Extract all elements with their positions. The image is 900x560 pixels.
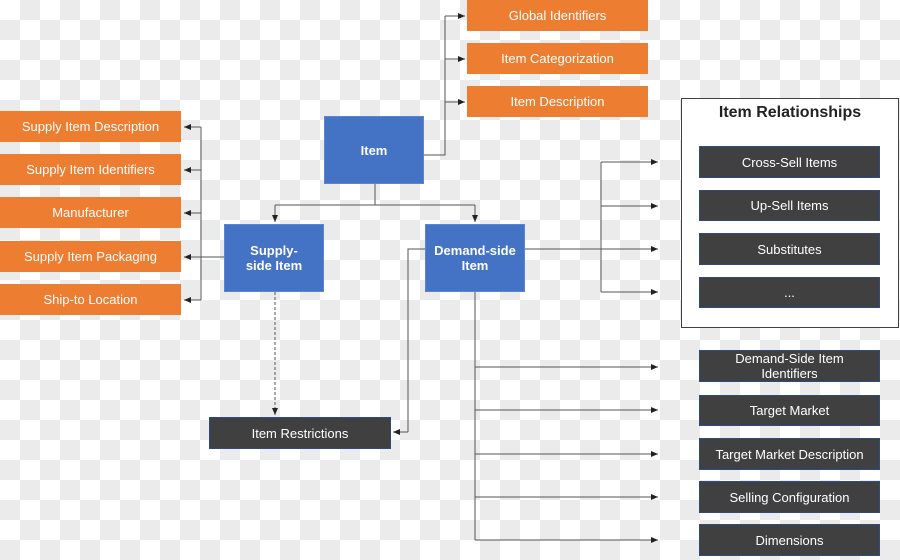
substitutes-box: Substitutes [699, 233, 880, 265]
supply-item-packaging-box: Supply Item Packaging [0, 241, 181, 272]
target-market-box: Target Market [699, 395, 880, 426]
item-description-box: Item Description [467, 86, 648, 117]
global-identifiers-box: Global Identifiers [467, 0, 648, 31]
demand-side-item-box: Demand-side Item [425, 224, 525, 292]
demand-side-item-identifiers-box: Demand-Side Item Identifiers [699, 350, 880, 382]
supply-item-identifiers-box: Supply Item Identifiers [0, 154, 181, 185]
more-relationships-box: ... [699, 277, 880, 308]
ship-to-location-box: Ship-to Location [0, 284, 181, 315]
item-restrictions-box: Item Restrictions [209, 417, 391, 449]
selling-configuration-box: Selling Configuration [699, 481, 880, 513]
manufacturer-box: Manufacturer [0, 197, 181, 228]
dimensions-box: Dimensions [699, 524, 880, 556]
supply-item-description-box: Supply Item Description [0, 111, 181, 142]
item-categorization-box: Item Categorization [467, 43, 648, 74]
supply-side-item-box: Supply-side Item [224, 224, 324, 292]
item-relationships-title: Item Relationships [718, 104, 862, 121]
cross-sell-items-box: Cross-Sell Items [699, 146, 880, 178]
up-sell-items-box: Up-Sell Items [699, 190, 880, 221]
item-root-box: Item [324, 116, 424, 184]
target-market-description-box: Target Market Description [699, 438, 880, 470]
